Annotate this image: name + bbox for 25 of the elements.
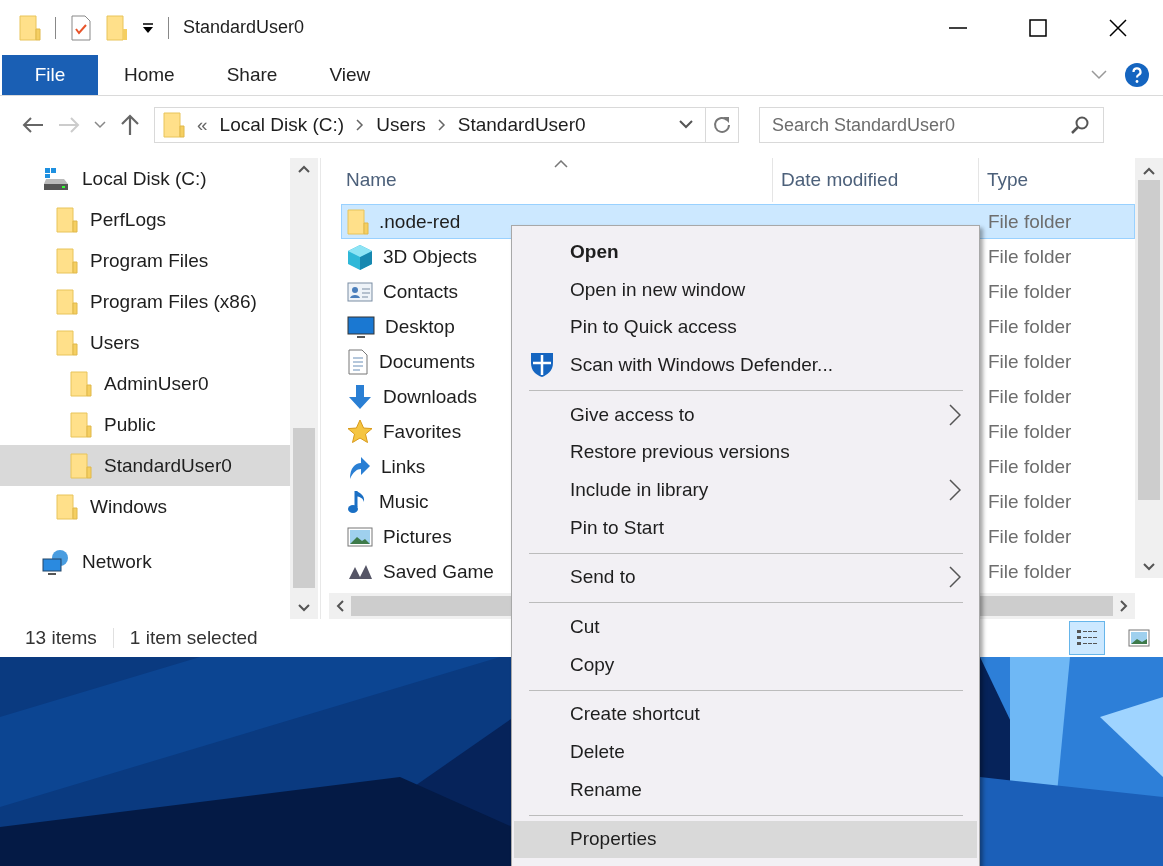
selection-count: 1 item selected bbox=[129, 627, 258, 649]
file-name: Contacts bbox=[383, 280, 458, 303]
type-cell: File folder bbox=[988, 420, 1072, 442]
type-cell: File folder bbox=[988, 490, 1072, 512]
type-cell: File folder bbox=[988, 210, 1072, 232]
file-name: Saved Game bbox=[383, 560, 494, 583]
file-name: Downloads bbox=[383, 385, 477, 408]
file-name: Documents bbox=[379, 350, 476, 373]
type-cell: File folder bbox=[988, 350, 1072, 372]
item-count: 13 items bbox=[25, 627, 97, 649]
type-cell: File folder bbox=[988, 280, 1072, 302]
file-name: 3D Objects bbox=[383, 245, 477, 268]
file-name: .node-red bbox=[379, 210, 461, 233]
file-name: Favorites bbox=[383, 420, 462, 443]
file-name: Music bbox=[379, 490, 429, 513]
file-name: Desktop bbox=[385, 315, 455, 338]
type-cell: File folder bbox=[988, 560, 1072, 582]
type-cell: File folder bbox=[988, 315, 1072, 337]
file-name: Links bbox=[381, 455, 426, 478]
type-cell: File folder bbox=[988, 385, 1072, 407]
type-cell: File folder bbox=[988, 525, 1072, 547]
type-cell: File folder bbox=[988, 245, 1072, 267]
file-name: Pictures bbox=[383, 525, 452, 548]
type-cell: File folder bbox=[988, 455, 1072, 477]
window-title: StandardUser0 bbox=[183, 17, 305, 38]
